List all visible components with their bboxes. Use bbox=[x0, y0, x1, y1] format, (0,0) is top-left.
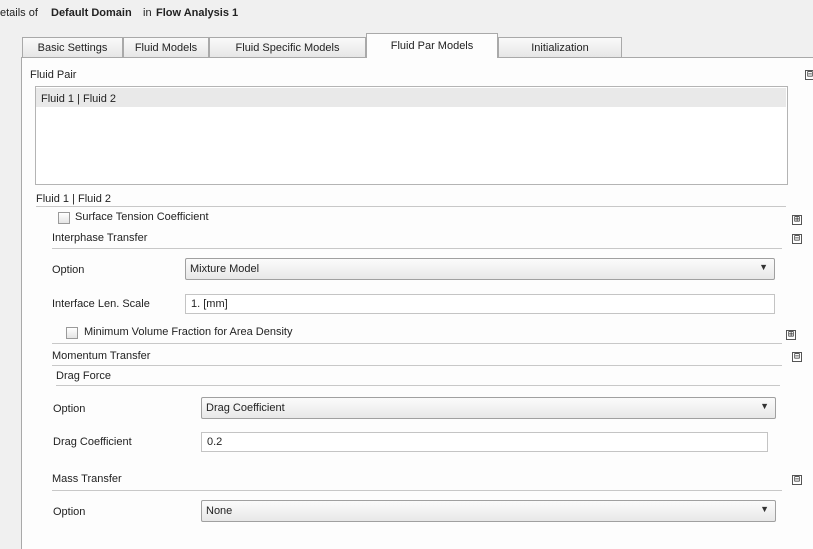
interphase-option-value: Mixture Model bbox=[190, 263, 260, 275]
interphase-transfer-label: Interphase Transfer bbox=[52, 232, 148, 244]
interphase-option-select[interactable]: Mixture Model ▼ bbox=[185, 258, 775, 280]
divider bbox=[56, 385, 780, 386]
drag-option-value: Drag Coefficient bbox=[206, 402, 285, 414]
tab-initialization[interactable]: Initialization bbox=[498, 37, 622, 57]
divider bbox=[36, 206, 786, 207]
drag-coefficient-value: 0.2 bbox=[207, 436, 223, 448]
tab-fluid-models[interactable]: Fluid Models bbox=[123, 37, 209, 57]
list-item-selected-bg bbox=[36, 88, 786, 107]
interface-length-scale-value: 1. [mm] bbox=[191, 298, 228, 310]
surface-tension-checkbox[interactable] bbox=[58, 212, 70, 224]
momentum-option-label: Option bbox=[53, 403, 86, 415]
mass-option-select[interactable]: None ▼ bbox=[201, 500, 776, 522]
tab-fluid-specific-models[interactable]: Fluid Specific Models bbox=[209, 37, 366, 57]
header-object: Default Domain bbox=[51, 7, 132, 19]
divider bbox=[52, 365, 782, 366]
expand-icon[interactable]: ⊞ bbox=[786, 330, 796, 340]
header-connector: in bbox=[143, 7, 152, 19]
collapse-icon[interactable]: ⊟ bbox=[805, 70, 813, 80]
mass-transfer-label: Mass Transfer bbox=[52, 473, 122, 485]
collapse-icon[interactable]: ⊟ bbox=[792, 352, 802, 362]
list-item[interactable]: Fluid 1 | Fluid 2 bbox=[41, 93, 116, 105]
collapse-icon[interactable]: ⊟ bbox=[792, 475, 802, 485]
drag-option-select[interactable]: Drag Coefficient ▼ bbox=[201, 397, 776, 419]
chevron-down-icon: ▼ bbox=[760, 401, 769, 411]
fluid-pair-section-label: Fluid Pair bbox=[30, 69, 77, 81]
tab-fluid-pair-models[interactable]: Fluid Par Models bbox=[366, 33, 498, 58]
momentum-transfer-label: Momentum Transfer bbox=[52, 350, 151, 362]
header-prefix: etails of bbox=[0, 7, 38, 19]
interface-length-scale-label: Interface Len. Scale bbox=[52, 298, 150, 310]
divider bbox=[52, 490, 782, 491]
interphase-option-label: Option bbox=[52, 264, 85, 276]
drag-coefficient-input[interactable]: 0.2 bbox=[201, 432, 768, 452]
mass-option-value: None bbox=[206, 505, 233, 517]
chevron-down-icon: ▼ bbox=[759, 262, 768, 272]
expand-icon[interactable]: ⊞ bbox=[792, 215, 802, 225]
selected-pair-label: Fluid 1 | Fluid 2 bbox=[36, 193, 112, 205]
drag-coefficient-label: Drag Coefficient bbox=[53, 436, 132, 448]
mass-option-label: Option bbox=[53, 506, 86, 518]
header-analysis: Flow Analysis 1 bbox=[156, 7, 239, 19]
details-header: etails of Default Domain in Flow Analysi… bbox=[0, 0, 813, 24]
chevron-down-icon: ▼ bbox=[760, 504, 769, 514]
tab-basic-settings[interactable]: Basic Settings bbox=[22, 37, 123, 57]
min-volume-fraction-checkbox[interactable] bbox=[66, 327, 78, 339]
min-volume-fraction-label: Minimum Volume Fraction for Area Density bbox=[84, 326, 293, 338]
interface-length-scale-input[interactable]: 1. [mm] bbox=[185, 294, 775, 314]
divider bbox=[52, 343, 782, 344]
divider bbox=[52, 248, 782, 249]
surface-tension-label: Surface Tension Coefficient bbox=[75, 211, 209, 223]
collapse-icon[interactable]: ⊟ bbox=[792, 234, 802, 244]
drag-force-label: Drag Force bbox=[56, 370, 112, 382]
